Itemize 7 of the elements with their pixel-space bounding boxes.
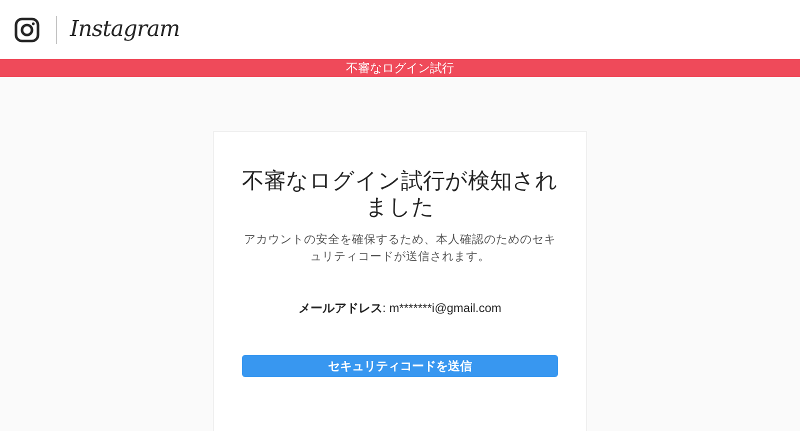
alert-banner: 不審なログイン試行 xyxy=(0,59,800,77)
email-value: : m*******i@gmail.com xyxy=(382,300,502,317)
camera-logo-icon[interactable] xyxy=(14,16,40,42)
email-label: メールアドレス xyxy=(298,300,383,317)
card-title: 不審なログイン試行が検知されました xyxy=(241,168,559,220)
brand-wordmark[interactable]: Instagram xyxy=(70,13,180,46)
description-text: アカウントの安全を確保するため、本人確認のためのセキュリティコードが送信されます。 xyxy=(243,232,557,265)
